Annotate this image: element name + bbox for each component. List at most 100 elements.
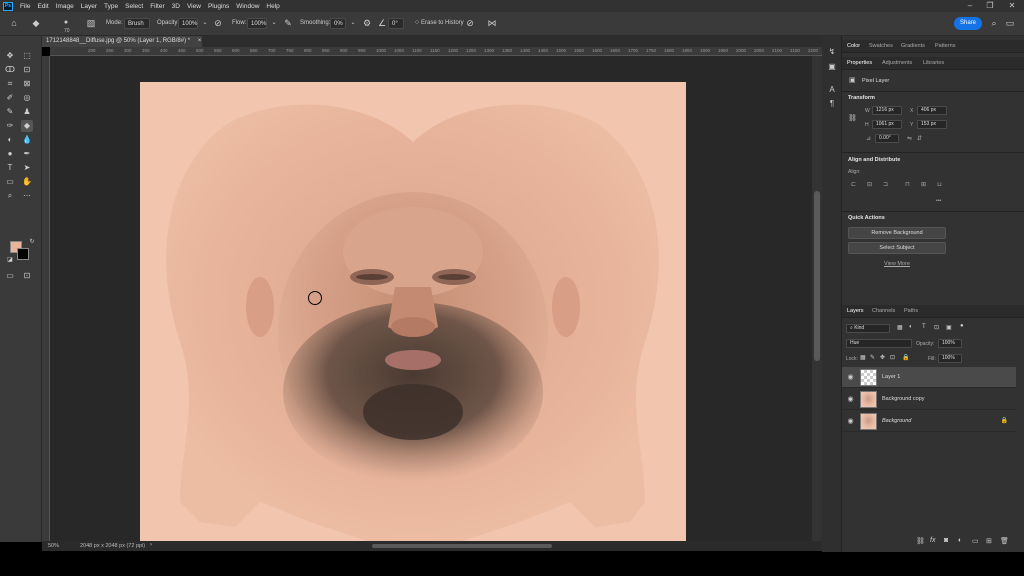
chevron-down-icon[interactable]: ⌄ [199, 17, 211, 29]
object-select-tool-icon[interactable]: ⊡ [21, 64, 33, 76]
quick-mask-icon[interactable]: ▭ [4, 270, 16, 282]
home-icon[interactable]: ⌂ [8, 17, 20, 29]
filter-type-icon[interactable]: T [922, 324, 926, 330]
align-top-icon[interactable]: ⊓ [904, 182, 911, 189]
menu-image[interactable]: Image [56, 3, 74, 10]
tab-properties[interactable]: Properties [847, 60, 872, 66]
view-more-link[interactable]: View More [884, 261, 910, 267]
delete-layer-icon[interactable]: 🗑 [1000, 537, 1009, 545]
link-layers-icon[interactable]: ⛓ [916, 537, 925, 545]
history-brush-tool-icon[interactable]: ✑ [4, 120, 16, 132]
x-field[interactable]: 406 px [917, 106, 947, 115]
lock-image-icon[interactable]: ✎ [870, 354, 875, 361]
new-group-icon[interactable]: ▭ [972, 537, 979, 545]
rotation-field[interactable]: 0.00° [875, 134, 899, 143]
align-middle-v-icon[interactable]: ⊞ [920, 182, 927, 189]
brush-tool-icon[interactable]: ✎ [4, 106, 16, 118]
character-panel-icon[interactable]: A [826, 84, 838, 96]
eraser-tool-preset-icon[interactable]: ◆ [30, 17, 42, 29]
rectangle-tool-icon[interactable]: ▭ [4, 176, 16, 188]
lock-all-icon[interactable]: 🔒 [902, 354, 909, 361]
lock-transparent-icon[interactable]: ▦ [860, 354, 866, 361]
align-right-icon[interactable]: ⊐ [882, 182, 889, 189]
opacity-input[interactable]: 100% [178, 18, 198, 29]
remove-background-button[interactable]: Remove Background [848, 227, 946, 239]
dodge-tool-icon[interactable]: ● [4, 148, 16, 160]
canvas-workspace[interactable] [50, 56, 812, 541]
filter-pixel-icon[interactable]: ▦ [897, 324, 903, 331]
pressure-opacity-icon[interactable]: ⊘ [212, 17, 224, 29]
filter-smart-object-icon[interactable]: ▣ [946, 324, 952, 331]
lock-artboard-icon[interactable]: ⊡ [890, 354, 895, 361]
layer-opacity-input[interactable]: 100% [938, 339, 962, 348]
eraser-tool-icon[interactable]: ◆ [21, 120, 33, 132]
airbrush-icon[interactable]: ✎ [282, 17, 294, 29]
path-selection-tool-icon[interactable]: ➤ [21, 162, 33, 174]
comments-panel-icon[interactable]: ▣ [826, 61, 838, 73]
document-tab[interactable]: 1712148848__Diffuse.jpg @ 50% (Layer 1, … [42, 36, 202, 47]
flip-horizontal-icon[interactable]: ⇋ [907, 135, 912, 142]
filter-adjustment-icon[interactable]: ◐ [909, 324, 913, 330]
width-field[interactable]: 1216 px [872, 106, 902, 115]
transform-title[interactable]: Transform [848, 95, 875, 101]
gradient-tool-icon[interactable]: ◐ [4, 134, 16, 146]
menu-edit[interactable]: Edit [37, 3, 48, 10]
zoom-tool-icon[interactable]: ⌕ [4, 190, 16, 202]
height-field[interactable]: 1061 px [872, 120, 902, 129]
eyedropper-tool-icon[interactable]: ✐ [4, 92, 16, 104]
crop-tool-icon[interactable]: ⌗ [4, 78, 16, 90]
frame-tool-icon[interactable]: ⊠ [21, 78, 33, 90]
screen-mode-icon[interactable]: ⊡ [21, 270, 33, 282]
layer-row-background-copy[interactable]: ◉ Background copy [842, 389, 1016, 410]
y-field[interactable]: 153 px [917, 120, 947, 129]
close-window-button[interactable]: ✕ [1002, 0, 1022, 12]
fx-icon[interactable]: fx [930, 537, 935, 544]
align-distribute-title[interactable]: Align and Distribute [848, 157, 900, 163]
restore-button[interactable]: ❐ [980, 0, 1000, 12]
layer-filter-kind[interactable]: ⌕ Kind [846, 324, 890, 333]
menu-layer[interactable]: Layer [81, 3, 97, 10]
paragraph-panel-icon[interactable]: ¶ [826, 98, 838, 110]
pen-tool-icon[interactable]: ✒ [21, 148, 33, 160]
mode-select[interactable]: Brush [124, 18, 150, 29]
select-subject-button[interactable]: Select Subject [848, 242, 946, 254]
vertical-scroll-thumb[interactable] [814, 191, 820, 361]
brush-settings-icon[interactable]: ▨ [85, 17, 97, 29]
pressure-size-icon[interactable]: ⊘ [464, 17, 476, 29]
tab-layers[interactable]: Layers [847, 308, 864, 314]
blur-tool-icon[interactable]: 💧 [21, 134, 33, 146]
close-tab-icon[interactable]: × [198, 38, 202, 44]
layer-name[interactable]: Background copy [882, 396, 925, 402]
tab-channels[interactable]: Channels [872, 308, 895, 314]
menu-plugins[interactable]: Plugins [208, 3, 229, 10]
align-center-h-icon[interactable]: ⊟ [866, 182, 873, 189]
filter-shape-icon[interactable]: ⊡ [934, 324, 939, 331]
more-options-icon[interactable]: ••• [936, 198, 941, 204]
quick-actions-title[interactable]: Quick Actions [848, 215, 885, 221]
swap-colors-icon[interactable]: ↻ [26, 236, 38, 248]
layer-row-layer-1[interactable]: ◉ Layer 1 [842, 367, 1016, 388]
lock-position-icon[interactable]: ✥ [880, 354, 885, 361]
chevron-right-icon[interactable]: › [150, 542, 152, 548]
link-icon[interactable]: ⛓ [848, 114, 857, 122]
new-layer-icon[interactable]: ⊞ [986, 537, 992, 545]
chevron-down-icon[interactable]: ⌄ [347, 17, 359, 29]
tab-patterns[interactable]: Patterns [935, 43, 955, 49]
zoom-level[interactable]: 50% [48, 543, 59, 549]
symmetry-icon[interactable]: ⋈ [486, 17, 498, 29]
blend-mode-select[interactable]: Hue [846, 339, 912, 348]
menu-type[interactable]: Type [104, 3, 118, 10]
search-icon[interactable]: ⌕ [988, 17, 1000, 29]
smoothing-input[interactable]: 0% [330, 18, 346, 29]
vertical-scrollbar[interactable] [812, 56, 822, 541]
more-tools-icon[interactable]: ⋯ [21, 190, 33, 202]
document-canvas[interactable] [140, 82, 686, 541]
tab-adjustments[interactable]: Adjustments [882, 60, 912, 66]
tab-gradients[interactable]: Gradients [901, 43, 925, 49]
lasso-tool-icon[interactable]: ↀ [4, 64, 16, 76]
menu-help[interactable]: Help [266, 3, 279, 10]
menu-window[interactable]: Window [236, 3, 259, 10]
chevron-down-icon[interactable]: ⌄ [268, 17, 280, 29]
visibility-eye-icon[interactable]: ◉ [846, 395, 855, 404]
minimize-button[interactable]: – [960, 0, 980, 12]
